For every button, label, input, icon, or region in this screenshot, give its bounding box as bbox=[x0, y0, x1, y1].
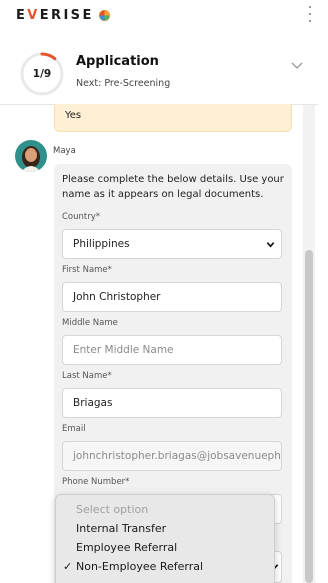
first-name-field[interactable]: John Christopher bbox=[62, 282, 282, 312]
user-answer-bubble: Yes bbox=[54, 104, 292, 132]
brand-globe-icon bbox=[98, 9, 110, 22]
first-name-label: First Name* bbox=[62, 265, 112, 275]
dropdown-placeholder-option: Select option bbox=[76, 503, 149, 516]
brand-name: EVERISE bbox=[16, 8, 94, 23]
brand-logo: EVERISE bbox=[16, 8, 111, 23]
app-header: EVERISE bbox=[0, 0, 328, 32]
email-field: johnchristopher.briagas@jobsavenueph bbox=[62, 441, 282, 471]
user-answer-text: Yes bbox=[65, 110, 82, 121]
last-name-field[interactable]: Briagas bbox=[62, 388, 282, 418]
email-label: Email bbox=[62, 424, 86, 434]
step-title: Application bbox=[76, 54, 159, 69]
last-name-label: Last Name* bbox=[62, 371, 112, 381]
referral-source-dropdown[interactable]: Select option Internal Transfer Employee… bbox=[55, 494, 275, 583]
progress-step-label: 1/9 bbox=[32, 68, 52, 80]
bot-intro-text: Please complete the below details. Use y… bbox=[62, 174, 284, 200]
bot-name: Maya bbox=[53, 146, 76, 156]
checkmark-icon: ✓ bbox=[63, 560, 73, 573]
country-select[interactable]: Philippines bbox=[62, 229, 282, 259]
bot-avatar bbox=[15, 140, 47, 172]
country-value: Philippines bbox=[73, 238, 130, 250]
dropdown-option-internal-transfer[interactable]: Internal Transfer bbox=[76, 522, 166, 535]
dropdown-option-non-employee-referral[interactable]: Non-Employee Referral bbox=[76, 560, 203, 573]
country-label: Country* bbox=[62, 212, 101, 222]
chevron-down-icon bbox=[266, 242, 275, 248]
dropdown-option-employee-referral[interactable]: Employee Referral bbox=[76, 541, 177, 554]
progress-card[interactable]: 1/9 Application Next: Pre-Screening bbox=[0, 40, 318, 104]
scrollbar-thumb[interactable] bbox=[305, 250, 313, 583]
chevron-down-icon[interactable] bbox=[290, 58, 304, 72]
more-options-icon[interactable] bbox=[306, 6, 314, 22]
middle-name-field[interactable]: Enter Middle Name bbox=[62, 335, 282, 365]
phone-label: Phone Number* bbox=[62, 477, 130, 487]
middle-name-label: Middle Name bbox=[62, 318, 118, 328]
next-step-label: Next: Pre-Screening bbox=[76, 78, 171, 89]
